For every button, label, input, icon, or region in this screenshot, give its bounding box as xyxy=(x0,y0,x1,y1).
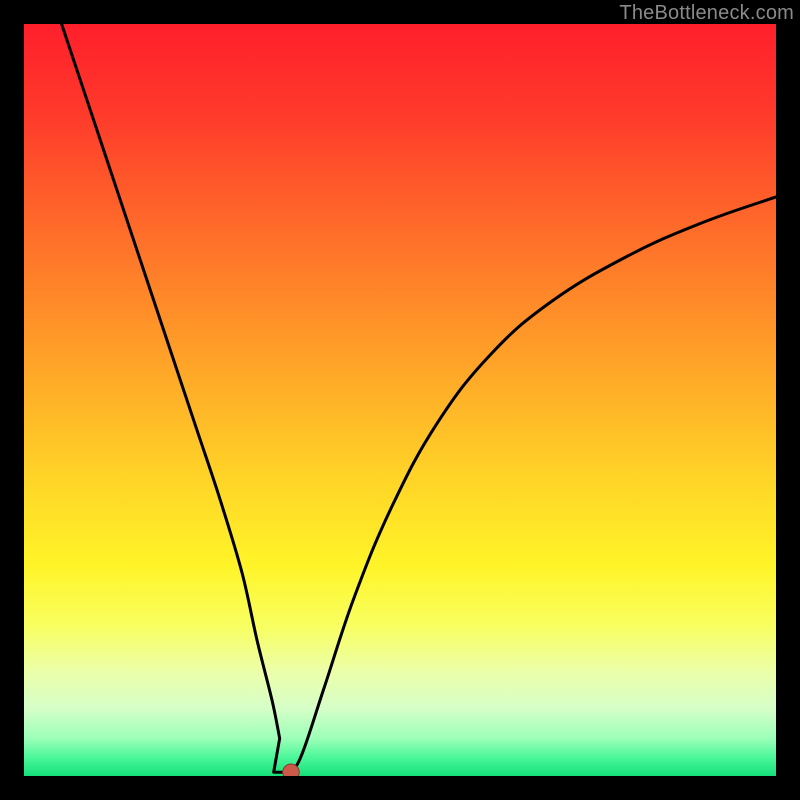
watermark-text: TheBottleneck.com xyxy=(619,2,794,25)
bottleneck-plot xyxy=(24,24,776,776)
gradient-background xyxy=(24,24,776,776)
chart-frame xyxy=(24,24,776,776)
minimum-marker xyxy=(283,764,300,776)
